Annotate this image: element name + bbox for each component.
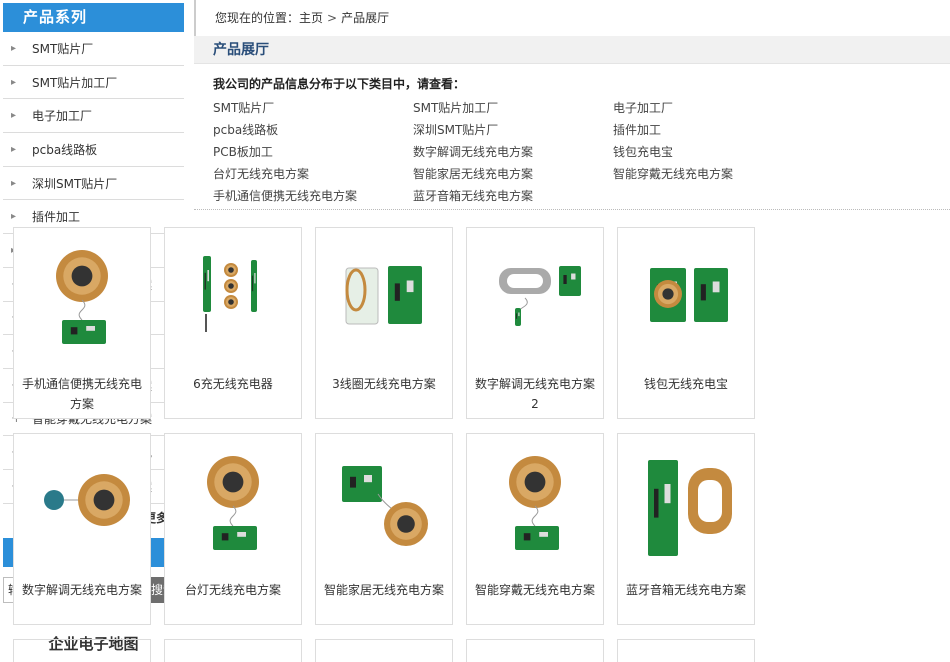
product-thumbnail[interactable] <box>618 434 754 570</box>
product-title[interactable]: 台灯无线充电方案 <box>171 580 295 600</box>
category-grid: SMT贴片厂 SMT贴片加工厂 电子加工厂 pcba线路板 深圳SMT贴片厂 插件加工 PC… <box>194 97 950 210</box>
product-thumbnail[interactable] <box>14 228 150 364</box>
sidebar-category-label: SMT贴片加工厂 <box>32 75 118 90</box>
category-link[interactable]: 钱包充电宝 <box>613 141 813 163</box>
triangle-right-icon: ▸ <box>11 177 17 189</box>
product-title[interactable]: 3线圈无线充电方案 <box>322 374 446 394</box>
product-thumbnail[interactable] <box>316 228 452 364</box>
category-link[interactable]: 深圳SMT贴片厂 <box>413 119 613 141</box>
sidebar-category-item[interactable]: ▸ 深圳SMT贴片厂 <box>3 167 184 201</box>
section-title: 产品展厅 <box>194 36 950 64</box>
product-title[interactable]: 智能家居无线充电方案 <box>322 580 446 600</box>
product-card[interactable]: 智能家居无线充电方案 <box>315 433 453 625</box>
product-card[interactable]: 3线圈无线充电方案 <box>315 227 453 419</box>
product-title[interactable]: 钱包无线充电宝 <box>624 374 748 394</box>
triangle-right-icon: ▸ <box>11 42 17 54</box>
category-link[interactable]: 蓝牙音箱无线充电方案 <box>413 185 613 207</box>
product-title[interactable]: 智能穿戴无线充电方案 <box>473 580 597 600</box>
triangle-right-icon: ▸ <box>11 110 17 122</box>
product-title[interactable]: 蓝牙音箱无线充电方案 <box>624 580 748 600</box>
sidebar-category-label: SMT贴片厂 <box>32 41 94 56</box>
product-card[interactable]: 蓝牙音箱无线充电方案 <box>617 433 755 625</box>
category-link[interactable]: SMT贴片加工厂 <box>413 97 613 119</box>
product-thumbnail[interactable] <box>467 228 603 364</box>
breadcrumb-prefix: 您现在的位置： <box>215 11 300 25</box>
product-card[interactable]: 台灯无线充电方案 <box>164 433 302 625</box>
product-card[interactable]: 数字解调无线充电方案 <box>13 433 151 625</box>
product-card[interactable]: 智能穿戴无线充电方案 <box>466 433 604 625</box>
product-thumbnail[interactable] <box>316 434 452 570</box>
product-card[interactable] <box>617 639 755 662</box>
category-link[interactable]: 台灯无线充电方案 <box>213 163 413 185</box>
product-card[interactable] <box>164 639 302 662</box>
product-thumbnail[interactable] <box>165 434 301 570</box>
sidebar-category-label: 深圳SMT贴片厂 <box>32 176 118 191</box>
product-title[interactable]: 手机通信便携无线充电方案 <box>20 374 144 414</box>
category-link[interactable]: pcba线路板 <box>213 119 413 141</box>
product-card[interactable] <box>466 639 604 662</box>
sidebar-category-item[interactable]: ▸ pcba线路板 <box>3 133 184 167</box>
sidebar-category-item[interactable]: ▸ 电子加工厂 <box>3 99 184 134</box>
triangle-right-icon: ▸ <box>11 143 17 155</box>
product-title[interactable]: 数字解调无线充电方案2 <box>473 374 597 414</box>
intro-text: 我公司的产品信息分布于以下类目中，请查看： <box>213 77 466 91</box>
product-card[interactable]: 6充无线充电器 <box>164 227 302 419</box>
breadcrumb-current: 产品展厅 <box>341 11 390 25</box>
product-card[interactable] <box>13 639 151 662</box>
sidebar-category-item[interactable]: ▸ SMT贴片厂 <box>3 32 184 66</box>
product-thumbnail[interactable] <box>467 434 603 570</box>
category-link[interactable]: 手机通信便携无线充电方案 <box>213 185 413 207</box>
sidebar-category-item[interactable]: ▸ SMT贴片加工厂 <box>3 66 184 100</box>
category-link[interactable]: 插件加工 <box>613 119 813 141</box>
product-card[interactable]: 钱包无线充电宝 <box>617 227 755 419</box>
category-link[interactable]: PCB板加工 <box>213 141 413 163</box>
category-link[interactable]: 智能穿戴无线充电方案 <box>613 163 813 185</box>
product-title[interactable]: 6充无线充电器 <box>171 374 295 394</box>
product-series-header: 产品系列 <box>3 3 184 32</box>
category-link[interactable]: 智能家居无线充电方案 <box>413 163 613 185</box>
sidebar-category-label: pcba线路板 <box>32 142 98 157</box>
category-link[interactable]: SMT贴片厂 <box>213 97 413 119</box>
product-card[interactable]: 手机通信便携无线充电方案 <box>13 227 151 419</box>
product-title[interactable]: 数字解调无线充电方案 <box>20 580 144 600</box>
product-thumbnail[interactable] <box>14 434 150 570</box>
category-link[interactable]: 数字解调无线充电方案 <box>413 141 613 163</box>
product-card[interactable]: 数字解调无线充电方案2 <box>466 227 604 419</box>
breadcrumb: 您现在的位置：主页 > 产品展厅 <box>194 0 950 36</box>
product-thumbnail[interactable] <box>165 228 301 364</box>
main-content: 您现在的位置：主页 > 产品展厅 产品展厅 我公司的产品信息分布于以下类目中，请查看… <box>194 0 950 210</box>
breadcrumb-home-link[interactable]: 主页 <box>299 11 323 25</box>
triangle-right-icon: ▸ <box>11 211 17 223</box>
sidebar-category-label: 电子加工厂 <box>32 109 93 124</box>
sidebar-category-label: 插件加工 <box>32 210 81 225</box>
product-thumbnail[interactable] <box>618 228 754 364</box>
category-link[interactable]: 电子加工厂 <box>613 97 813 119</box>
triangle-right-icon: ▸ <box>11 76 17 88</box>
product-card[interactable] <box>315 639 453 662</box>
breadcrumb-separator: > <box>327 11 338 25</box>
